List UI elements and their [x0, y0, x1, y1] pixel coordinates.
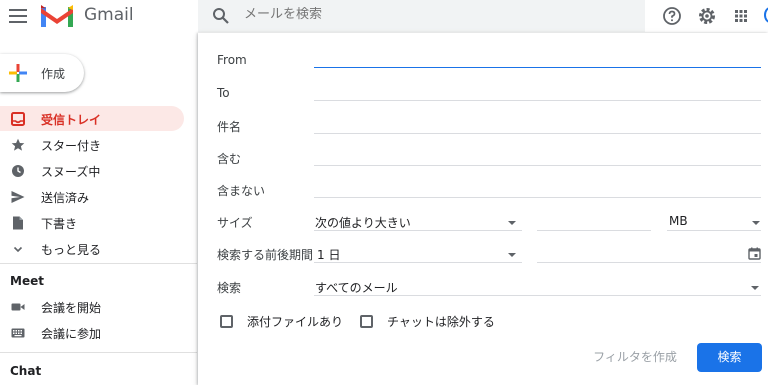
clock-icon — [12, 165, 24, 177]
sidebar-item-sent[interactable]: 送信済み — [0, 184, 184, 209]
sidebar-item-more[interactable]: もっと見る — [0, 236, 184, 261]
doesnt-have-field[interactable] — [314, 197, 761, 198]
video-icon — [11, 303, 25, 311]
sidebar-item-label: スヌーズ中 — [41, 165, 101, 179]
apps-icon[interactable] — [730, 5, 752, 27]
inbox-icon — [11, 112, 25, 126]
app-name[interactable]: Gmail — [84, 5, 134, 25]
draft-icon — [13, 216, 23, 230]
size-operator-value: 次の値より大きい — [315, 216, 411, 230]
date-within-label: 検索する前後期間 — [217, 248, 314, 262]
caret-down-icon — [752, 221, 760, 225]
has-words-field[interactable] — [314, 165, 761, 166]
chat-section-title: Chat — [10, 364, 42, 378]
sidebar-item-inbox[interactable]: 受信トレイ — [0, 106, 184, 131]
to-field[interactable] — [314, 100, 761, 101]
sidebar-item-label: 会議に参加 — [41, 327, 102, 341]
date-range-underline — [314, 262, 522, 263]
gmail-window: Gmail メールを検索 作成 受信トレイ スター付き スヌーズ中 送信済み 下… — [0, 0, 768, 385]
sidebar-item-label: 受信トレイ — [41, 113, 102, 127]
sidebar-item-label: もっと見る — [41, 243, 102, 257]
sidebar-item-label: 送信済み — [41, 191, 90, 205]
subject-field[interactable] — [314, 133, 761, 134]
sidebar-item-snoozed[interactable]: スヌーズ中 — [0, 158, 184, 183]
sidebar: 作成 受信トレイ スター付き スヌーズ中 送信済み 下書き もっと見る Meet… — [0, 32, 197, 385]
top-bar: Gmail — [0, 0, 768, 32]
exclude-chats-label: チャットは除外する — [387, 315, 495, 329]
calendar-icon[interactable] — [748, 247, 761, 260]
search-in-value: すべてのメール — [315, 281, 398, 295]
keyboard-icon — [11, 328, 25, 338]
chevron-down-icon — [13, 246, 23, 253]
create-filter-button[interactable]: フィルタを作成 — [590, 344, 680, 370]
caret-down-icon — [751, 286, 759, 290]
menu-icon[interactable] — [9, 9, 27, 23]
has-attachment-label: 添付ファイルあり — [247, 315, 344, 329]
caret-down-icon — [508, 253, 516, 257]
search-bar[interactable] — [198, 0, 645, 32]
compose-button[interactable]: 作成 — [0, 54, 84, 92]
has-words-label: 含む — [217, 152, 242, 166]
advanced-search-panel: From To 件名 含む 含まない サイズ 次の値より大きい MB 検索する前… — [198, 33, 768, 385]
help-icon[interactable] — [661, 5, 683, 27]
date-range-value: 1 日 — [317, 248, 341, 262]
meet-section-title: Meet — [10, 274, 44, 288]
size-value-field[interactable] — [537, 230, 651, 231]
send-icon — [11, 191, 25, 203]
to-label: To — [217, 86, 230, 100]
from-field[interactable] — [314, 67, 761, 68]
sidebar-item-label: スター付き — [41, 139, 102, 153]
star-icon — [11, 138, 25, 151]
compose-label: 作成 — [41, 67, 66, 81]
date-field[interactable] — [537, 262, 761, 263]
exclude-chats-checkbox[interactable] — [360, 315, 373, 328]
size-label: サイズ — [217, 216, 253, 230]
from-label: From — [217, 53, 247, 67]
sidebar-divider — [0, 263, 197, 264]
search-input[interactable] — [244, 7, 604, 22]
sidebar-item-drafts[interactable]: 下書き — [0, 210, 184, 235]
sidebar-item-starred[interactable]: スター付き — [0, 132, 184, 157]
has-attachment-checkbox[interactable] — [220, 315, 233, 328]
avatar[interactable] — [764, 7, 768, 23]
search-in-label: 検索 — [217, 281, 242, 295]
sidebar-item-join-meeting[interactable]: 会議に参加 — [0, 320, 184, 345]
sidebar-divider — [0, 352, 197, 353]
plus-icon — [9, 64, 27, 82]
sidebar-item-label: 会議を開始 — [41, 301, 102, 315]
size-operator-underline — [314, 230, 522, 231]
caret-down-icon — [508, 221, 516, 225]
search-icon[interactable] — [212, 7, 230, 25]
sidebar-item-new-meeting[interactable]: 会議を開始 — [0, 294, 184, 319]
settings-icon[interactable] — [696, 5, 718, 27]
sidebar-item-label: 下書き — [41, 217, 78, 231]
size-unit-value: MB — [669, 214, 688, 228]
search-button[interactable]: 検索 — [697, 343, 762, 372]
search-in-underline — [314, 295, 761, 296]
subject-label: 件名 — [217, 120, 242, 134]
size-unit-underline — [667, 230, 761, 231]
gmail-logo[interactable] — [41, 5, 73, 27]
doesnt-have-label: 含まない — [217, 184, 266, 198]
